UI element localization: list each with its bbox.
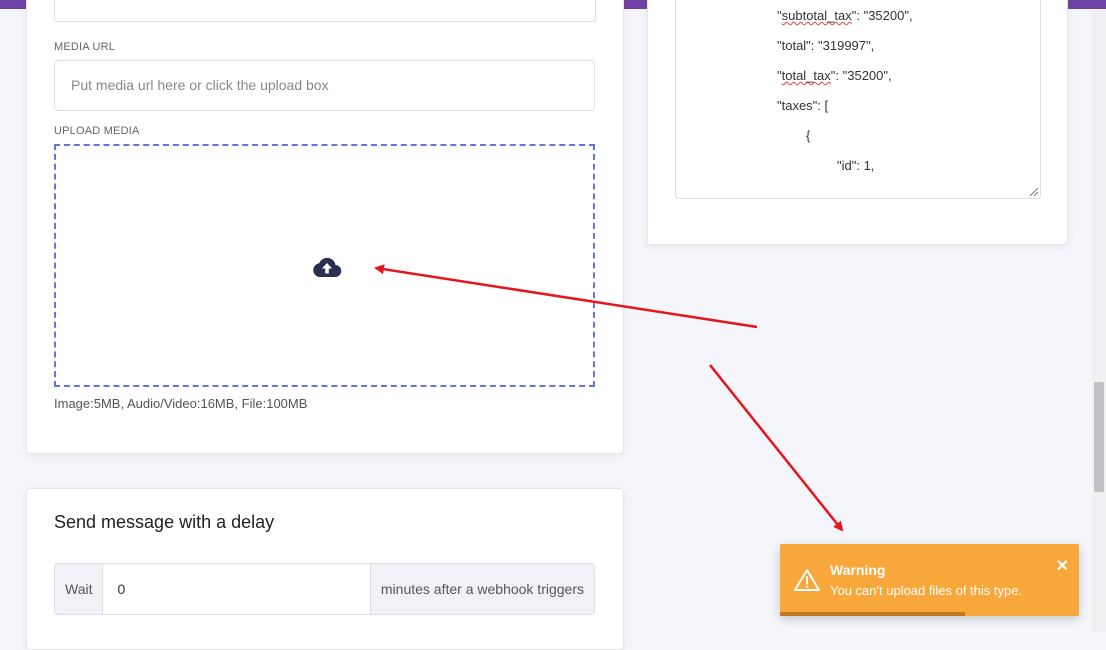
- wait-suffix: minutes after a webhook triggers: [369, 564, 594, 614]
- cloud-upload-icon: [313, 257, 342, 278]
- scrollbar-thumb[interactable]: [1094, 382, 1104, 492]
- upload-size-hint: Image:5MB, Audio/Video:16MB, File:100MB: [54, 396, 308, 411]
- toast-title: Warning: [830, 562, 886, 578]
- delay-title: Send message with a delay: [54, 512, 275, 532]
- resize-handle-icon[interactable]: [1030, 188, 1038, 196]
- annotation-arrow: [709, 364, 844, 532]
- json-line: "taxes": [: [777, 98, 829, 113]
- upload-media-label: UPLOAD MEDIA: [54, 125, 140, 137]
- toast-message: You can't upload files of this type.: [830, 583, 1023, 598]
- json-line: "subtotal_tax": "35200",: [777, 8, 913, 23]
- warning-toast: Warning You can't upload files of this t…: [780, 544, 1079, 616]
- toast-progress-bar: [780, 612, 965, 616]
- close-icon[interactable]: ✕: [1056, 556, 1069, 576]
- delay-minutes-input[interactable]: 0: [103, 564, 370, 614]
- json-line: {: [806, 128, 811, 143]
- json-line: "id": 1,: [837, 158, 875, 173]
- wait-prefix: Wait: [55, 564, 104, 614]
- json-textarea[interactable]: "subtotal_tax": "35200", "total": "31999…: [675, 0, 1041, 199]
- upload-dropzone[interactable]: [54, 144, 595, 387]
- previous-field-input[interactable]: [54, 0, 596, 22]
- delay-input-group: Wait 0 minutes after a webhook triggers: [54, 563, 595, 615]
- scrollbar-track[interactable]: [1092, 9, 1106, 632]
- json-line: "total_tax": "35200",: [777, 68, 892, 83]
- warning-triangle-icon: [794, 569, 820, 591]
- media-url-input[interactable]: Put media url here or click the upload b…: [54, 60, 595, 111]
- json-line: "total": "319997",: [777, 38, 875, 53]
- media-url-label: MEDIA URL: [54, 41, 116, 53]
